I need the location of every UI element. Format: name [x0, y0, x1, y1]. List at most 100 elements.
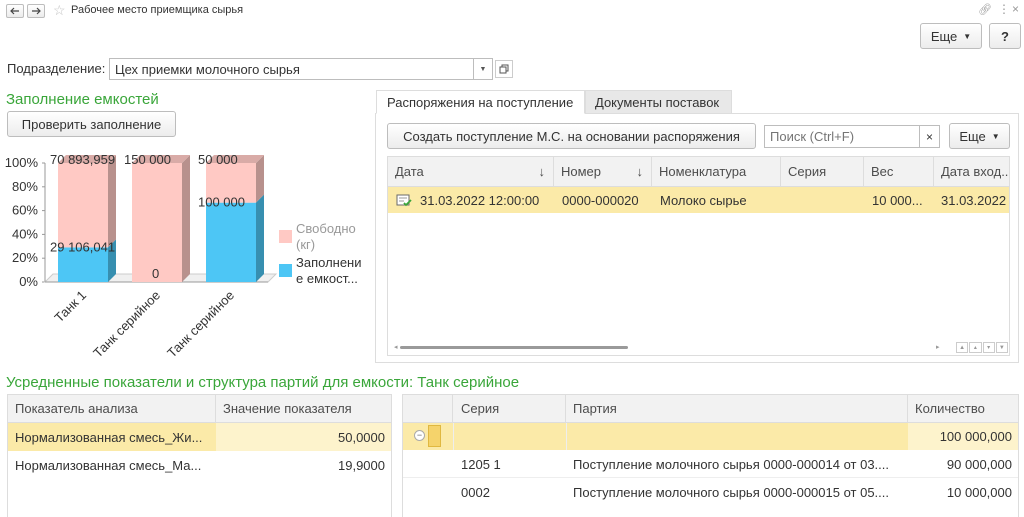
data-label: 70 893,959 [50, 152, 115, 167]
search-input[interactable] [764, 125, 920, 148]
table-row[interactable]: 0002 Поступление молочного сырья 0000-00… [403, 478, 1018, 506]
orders-table: Дата ↓ Номер ↓ Номенклатура Серия Вес Да… [387, 156, 1010, 356]
col-batch[interactable]: Партия [566, 395, 908, 422]
subdivision-open-button[interactable] [495, 60, 513, 78]
row-date: 31.03.2022 12:00:00 [396, 187, 539, 213]
batch-series: 0002 [461, 484, 490, 500]
indicators-table: Показатель анализа Значение показателя Н… [7, 394, 392, 517]
data-label: 50 000 [198, 152, 238, 167]
col-series[interactable]: Серия [781, 157, 864, 186]
y-tick-label: 60% [12, 203, 38, 218]
batch-name: Поступление молочного сырья 0000-000014 … [573, 456, 890, 472]
batch-qty: 90 000,000 [946, 456, 1012, 472]
legend-label: Свободно [296, 221, 356, 236]
titlebar: ☆ Рабочее место приемщика сырья 🔗︎ ⋮ × [0, 0, 1024, 22]
x-tick-label: Танк 1 [51, 288, 89, 326]
arrow-left-icon [10, 7, 19, 15]
indicator-name: Нормализованная смесь_Ма... [15, 457, 202, 473]
table-row[interactable]: Нормализованная смесь_Ма... 19,9000 [8, 451, 391, 479]
fill-chart-svg: 100% 80% 60% 40% 20% 0% 70 893,959 29 106,041 Та… [5, 152, 362, 360]
batch-qty: 10 000,000 [946, 484, 1012, 500]
collapse-icon[interactable]: − [414, 430, 425, 441]
col-date-in[interactable]: Дата вход... [934, 157, 1009, 186]
scrollbar-thumb[interactable] [400, 346, 628, 349]
batches-header: Серия Партия Количество [403, 395, 1018, 423]
vertical-dots-icon[interactable]: ⋮ [998, 2, 1010, 16]
batches-table: Серия Партия Количество − 100 000,000 12… [402, 394, 1019, 517]
scroll-buttons[interactable]: ▲ ▴ ▾ ▼ [956, 342, 1008, 353]
subdivision-field[interactable]: Цех приемки молочного сырья [109, 58, 474, 80]
y-tick-label: 0% [19, 274, 38, 289]
check-fill-button[interactable]: Проверить заполнение [7, 111, 176, 137]
check-fill-label: Проверить заполнение [21, 116, 162, 132]
scroll-top-icon[interactable]: ▲ [956, 342, 969, 353]
table-row[interactable]: 31.03.2022 12:00:00 0000-000020 Молоко с… [388, 187, 1009, 213]
legend-label: е емкост... [296, 271, 358, 286]
data-label: 150 000 [124, 152, 171, 167]
window-title: Рабочее место приемщика сырья [71, 4, 244, 16]
back-button[interactable] [6, 4, 24, 18]
col-nomenclature[interactable]: Номенклатура [652, 157, 781, 186]
bar-side [256, 155, 264, 203]
dropdown-arrow-icon: ▼ [963, 31, 972, 41]
data-label: 29 106,041 [50, 239, 115, 254]
bar-segment [58, 163, 108, 248]
scroll-down-icon[interactable]: ▾ [982, 342, 995, 353]
batch-qty: 100 000,000 [939, 429, 1012, 444]
open-window-icon [499, 64, 509, 74]
help-label: ? [1001, 28, 1009, 44]
orders-more-button[interactable]: Еще ▼ [949, 123, 1010, 149]
legend-label: Заполнени [296, 255, 362, 270]
bar-segment [132, 163, 182, 282]
col-batch-series[interactable]: Серия [453, 395, 566, 422]
bar-segment [206, 202, 256, 282]
scroll-left-icon[interactable]: ◂ [394, 343, 398, 351]
indicator-value-cell: 50,0000 [216, 423, 391, 451]
col-date[interactable]: Дата ↓ [388, 157, 554, 186]
subdivision-dropdown-button[interactable]: ▼ [474, 58, 493, 80]
col-number[interactable]: Номер ↓ [554, 157, 652, 186]
search-clear-button[interactable]: × [920, 125, 940, 148]
subdivision-label: Подразделение: [7, 61, 106, 76]
col-tree [403, 395, 453, 422]
arrow-right-icon [32, 7, 41, 15]
scroll-right-icon[interactable]: ▸ [936, 343, 940, 351]
table-row[interactable]: 1205 1 Поступление молочного сырья 0000-… [403, 450, 1018, 478]
row-number: 0000-000020 [562, 192, 639, 208]
y-tick-label: 40% [12, 226, 38, 241]
sort-arrow-icon: ↓ [636, 164, 644, 179]
dropdown-arrow-icon: ▼ [479, 65, 487, 73]
col-qty[interactable]: Количество [908, 395, 1018, 422]
close-icon[interactable]: × [1012, 2, 1019, 16]
forward-button[interactable] [27, 4, 45, 18]
create-receipt-button[interactable]: Создать поступление М.С. на основании ра… [387, 123, 756, 149]
tab-deliveries[interactable]: Документы поставок [585, 90, 732, 114]
col-indicator-value[interactable]: Значение показателя [216, 395, 391, 422]
row-nomenclature: Молоко сырье [660, 192, 747, 208]
table-row-group[interactable]: − 100 000,000 [403, 423, 1018, 450]
orders-table-header: Дата ↓ Номер ↓ Номенклатура Серия Вес Да… [388, 157, 1009, 187]
data-label: 100 000 [198, 195, 245, 210]
horizontal-scrollbar[interactable]: ◂ ▸ ▲ ▴ ▾ ▼ [388, 341, 1009, 355]
table-row[interactable]: Нормализованная смесь_Жи... 50,0000 [8, 423, 391, 451]
group-cell-series [453, 423, 566, 450]
more-label: Еще [930, 28, 958, 44]
scroll-up-icon[interactable]: ▴ [969, 342, 982, 353]
tab-orders[interactable]: Распоряжения на поступление [376, 90, 585, 114]
subdivision-value: Цех приемки молочного сырья [115, 61, 300, 77]
bar-side [182, 155, 190, 282]
col-indicator[interactable]: Показатель анализа [8, 395, 216, 422]
help-button[interactable]: ? [989, 23, 1021, 49]
legend-label: (кг) [296, 237, 315, 252]
col-weight[interactable]: Вес [864, 157, 934, 186]
link-icon[interactable]: 🔗︎ [978, 3, 992, 16]
batch-name: Поступление молочного сырья 0000-000015 … [573, 484, 890, 500]
fill-title: Заполнение емкостей [6, 91, 159, 108]
scroll-bottom-icon[interactable]: ▼ [995, 342, 1008, 353]
tab-deliveries-label: Документы поставок [595, 94, 720, 110]
col-date-label: Дата [395, 164, 424, 179]
favorite-star-icon[interactable]: ☆ [53, 2, 66, 19]
more-button[interactable]: Еще ▼ [920, 23, 982, 49]
bar-side [108, 155, 116, 248]
indicator-name: Нормализованная смесь_Жи... [15, 429, 203, 445]
